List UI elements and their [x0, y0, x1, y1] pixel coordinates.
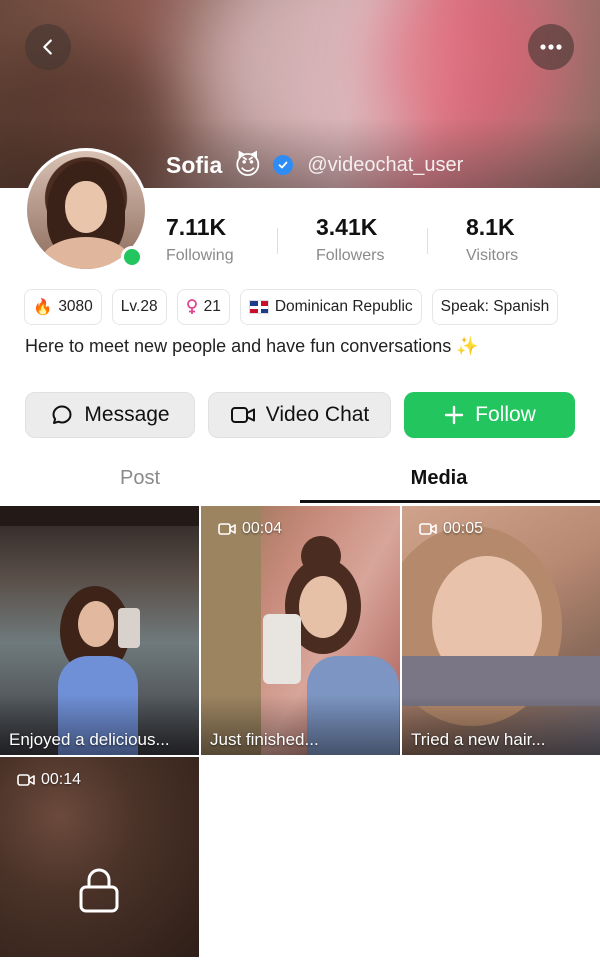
tag-age: 21	[176, 289, 230, 325]
profile-handle: @videochat_user	[307, 153, 464, 176]
devil-emoji-icon: 😈	[234, 150, 262, 180]
stat-divider	[277, 228, 278, 254]
tag-popularity-value: 3080	[58, 298, 93, 315]
tag-level-value: Lv.28	[120, 298, 158, 315]
media-duration: 00:14	[17, 771, 81, 789]
tag-age-value: 21	[203, 298, 221, 315]
back-button[interactable]	[25, 24, 71, 70]
tag-country: Dominican Republic	[239, 289, 422, 325]
video-camera-icon	[230, 407, 255, 423]
media-tile[interactable]: 00:05 Tried a new hair...	[402, 506, 600, 755]
video-icon	[419, 523, 437, 535]
profile-header: Sofia 😈 @videochat_user	[166, 148, 463, 182]
content-tabs: Post Media	[0, 452, 600, 504]
message-label: Message	[84, 403, 170, 426]
verified-icon	[273, 155, 294, 175]
media-duration: 00:05	[419, 520, 483, 538]
stat-label: Following	[166, 247, 234, 264]
profile-stats: 7.11K Following 3.41K Followers 8.1K Vis…	[166, 214, 576, 274]
follow-button[interactable]: Follow	[404, 392, 575, 438]
stat-label: Followers	[316, 247, 385, 264]
tab-post[interactable]: Post	[0, 452, 280, 504]
tag-country-value: Dominican Republic	[274, 298, 413, 315]
media-caption: Enjoyed a delicious...	[9, 730, 170, 749]
dominican-flag-icon	[248, 300, 269, 314]
action-buttons: Message Video Chat Follow	[25, 392, 575, 438]
more-options-button[interactable]	[528, 24, 574, 70]
tag-popularity: 🔥 3080	[24, 289, 102, 325]
video-icon	[17, 774, 35, 786]
media-duration: 00:04	[218, 520, 282, 538]
profile-tags: 🔥 3080 Lv.28 21 Dominican Republic Speak…	[24, 289, 559, 325]
tag-language: Speak: Spanish	[431, 289, 559, 325]
media-caption: Just finished...	[210, 730, 319, 749]
tag-language-value: Speak: Spanish	[440, 298, 550, 315]
stat-visitors[interactable]: 8.1K Visitors	[466, 214, 518, 265]
media-caption: Tried a new hair...	[411, 730, 546, 749]
stat-value: 8.1K	[466, 214, 515, 240]
duration-text: 00:05	[443, 520, 484, 537]
stat-label: Visitors	[466, 247, 519, 264]
duration-text: 00:04	[242, 520, 283, 537]
active-tab-indicator	[300, 500, 600, 503]
tab-media[interactable]: Media	[300, 452, 578, 504]
lock-icon	[79, 868, 119, 913]
stat-followers[interactable]: 3.41K Followers	[316, 214, 384, 265]
media-tile[interactable]: Enjoyed a delicious...	[0, 506, 199, 755]
media-tile[interactable]: 00:04 Just finished...	[201, 506, 400, 755]
stat-value: 7.11K	[166, 214, 227, 240]
chat-bubble-icon	[52, 405, 72, 424]
media-tile-locked[interactable]: 00:14	[0, 757, 199, 957]
more-icon	[540, 44, 562, 50]
chevron-left-icon	[43, 39, 52, 55]
online-status-dot	[121, 246, 143, 268]
female-icon	[186, 299, 197, 314]
video-chat-button[interactable]: Video Chat	[208, 392, 391, 438]
stat-divider	[427, 228, 428, 254]
message-button[interactable]: Message	[25, 392, 195, 438]
stat-value: 3.41K	[316, 214, 378, 240]
tag-level: Lv.28	[111, 289, 167, 325]
follow-label: Follow	[475, 403, 536, 426]
profile-bio: Here to meet new people and have fun con…	[25, 336, 479, 356]
video-chat-label: Video Chat	[265, 403, 370, 426]
stat-following[interactable]: 7.11K Following	[166, 214, 234, 265]
profile-name: Sofia	[166, 151, 223, 178]
video-icon	[218, 523, 236, 535]
plus-icon	[444, 405, 464, 425]
fire-icon: 🔥	[33, 298, 53, 316]
duration-text: 00:14	[41, 771, 82, 788]
